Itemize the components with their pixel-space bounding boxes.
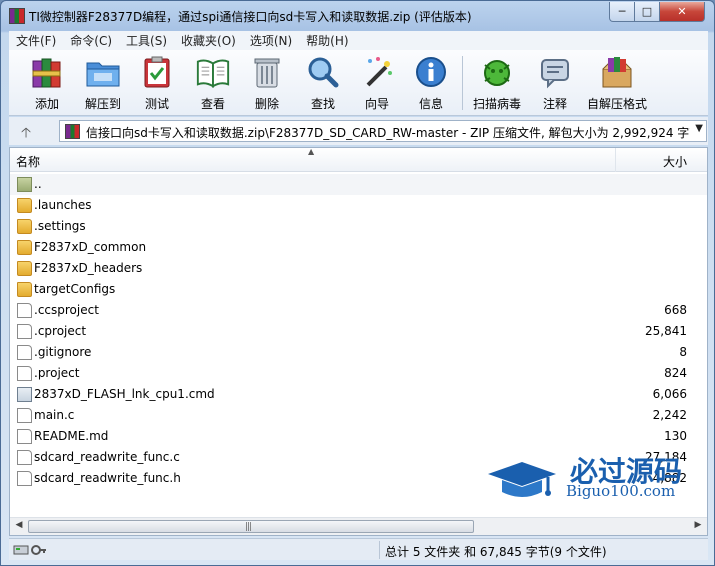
menu-favorites[interactable]: 收藏夹(O) (174, 32, 243, 49)
sfx-button[interactable]: 自解压格式 (585, 54, 649, 114)
status-bar: 总计 5 文件夹 和 67,845 字节(9 个文件) (9, 538, 708, 560)
magnifier-icon (305, 54, 341, 90)
status-divider (379, 541, 380, 559)
sort-arrow-icon: ▲ (308, 147, 315, 156)
parent-folder-icon (17, 177, 32, 192)
table-row[interactable]: targetConfigs (10, 279, 707, 300)
file-icon (17, 408, 32, 423)
scroll-right-icon[interactable]: ▶ (691, 520, 705, 533)
scan-virus-button[interactable]: 扫描病毒 (467, 54, 527, 114)
file-icon (17, 366, 32, 381)
table-row[interactable]: F2837xD_headers (10, 258, 707, 279)
file-icon (17, 303, 32, 318)
file-icon (17, 429, 32, 444)
watermark-url: Biguo100.com (566, 482, 676, 500)
column-name[interactable]: 名称 (16, 153, 40, 170)
winrar-window: TI微控制器F28377D编程，通过spi通信接口向sd卡写入和读取数据.zip… (0, 0, 715, 566)
file-icon (17, 450, 32, 465)
scroll-left-icon[interactable]: ◀ (12, 520, 26, 533)
table-row[interactable]: .. (10, 174, 707, 195)
add-button[interactable]: 添加 (23, 54, 71, 114)
find-button[interactable]: 查找 (299, 54, 347, 114)
graduation-cap-icon (488, 462, 556, 497)
cmd-file-icon (17, 387, 32, 402)
column-header: 名称 ▲ 大小 (10, 148, 707, 172)
sfx-box-icon (599, 54, 635, 90)
table-row[interactable]: main.c 2,242 (10, 405, 707, 426)
table-row[interactable]: .gitignore 8 (10, 342, 707, 363)
minimize-button[interactable]: ─ (609, 2, 635, 22)
status-text: 总计 5 文件夹 和 67,845 字节(9 个文件) (385, 545, 607, 559)
address-path: 信接口向sd卡写入和读取数据.zip\F28377D_SD_CARD_RW-ma… (86, 126, 690, 140)
clipboard-check-icon (139, 54, 175, 90)
magic-wand-icon (359, 54, 395, 90)
folder-icon (17, 282, 32, 297)
table-row[interactable]: .launches (10, 195, 707, 216)
view-button[interactable]: 查看 (189, 54, 237, 114)
toolbar-separator (462, 56, 463, 110)
table-row[interactable]: .project 824 (10, 363, 707, 384)
menu-help[interactable]: 帮助(H) (299, 32, 355, 49)
books-add-icon (29, 54, 65, 90)
table-row[interactable]: 2837xD_FLASH_lnk_cpu1.cmd 6,066 (10, 384, 707, 405)
file-icon (17, 324, 32, 339)
column-size: 大小 (662, 155, 687, 169)
folder-icon (17, 240, 32, 255)
folder-icon (17, 198, 32, 213)
comment-icon (537, 54, 573, 90)
test-button[interactable]: 测试 (133, 54, 181, 114)
wizard-button[interactable]: 向导 (353, 54, 401, 114)
delete-button[interactable]: 删除 (243, 54, 291, 114)
column-size-header[interactable]: 大小 (615, 148, 707, 172)
scroll-thumb[interactable]: ||| (28, 520, 474, 533)
drive-key-icon[interactable] (13, 543, 47, 556)
info-button[interactable]: 信息 (407, 54, 455, 114)
trash-icon (249, 54, 285, 90)
extract-to-button[interactable]: 解压到 (79, 54, 127, 114)
window-title: TI微控制器F28377D编程，通过spi通信接口向sd卡写入和读取数据.zip… (29, 10, 472, 24)
archive-icon (65, 124, 80, 139)
book-view-icon (195, 54, 231, 90)
folder-icon (17, 219, 32, 234)
toolbar: 添加 解压到 测试 查看 删除 查找 向导 信息 扫描病毒 注释 自解压格式 (9, 50, 708, 116)
address-field[interactable]: 信接口向sd卡写入和读取数据.zip\F28377D_SD_CARD_RW-ma… (59, 120, 707, 142)
watermark: 必过源码 Biguo100.com (486, 448, 706, 518)
table-row[interactable]: F2837xD_common (10, 237, 707, 258)
comment-button[interactable]: 注释 (531, 54, 579, 114)
menu-bar: 文件(F) 命令(C) 工具(S) 收藏夹(O) 选项(N) 帮助(H) (9, 31, 708, 50)
menu-tools[interactable]: 工具(S) (119, 32, 174, 49)
table-row[interactable]: .settings (10, 216, 707, 237)
file-list: 名称 ▲ 大小 .. .launches .settings F2837xD_c… (9, 147, 708, 536)
chevron-down-icon[interactable]: ▼ (695, 123, 703, 134)
winrar-app-icon (9, 8, 25, 24)
menu-command[interactable]: 命令(C) (63, 32, 119, 49)
title-bar: TI微控制器F28377D编程，通过spi通信接口向sd卡写入和读取数据.zip… (1, 1, 714, 31)
file-icon (17, 345, 32, 360)
file-icon (17, 471, 32, 486)
folder-extract-icon (85, 54, 121, 90)
table-row[interactable]: .cproject 25,841 (10, 321, 707, 342)
table-row[interactable]: .ccsproject 668 (10, 300, 707, 321)
menu-file[interactable]: 文件(F) (9, 32, 63, 49)
address-bar: 🡡 信接口向sd卡写入和读取数据.zip\F28377D_SD_CARD_RW-… (9, 117, 708, 145)
up-arrow-icon[interactable]: 🡡 (21, 122, 31, 146)
table-row[interactable]: README.md 130 (10, 426, 707, 447)
horizontal-scrollbar[interactable]: ◀ ||| ▶ (10, 517, 707, 535)
info-icon (413, 54, 449, 90)
folder-icon (17, 261, 32, 276)
grip-icon: ||| (245, 522, 252, 532)
virus-scan-icon (479, 54, 515, 90)
close-button[interactable]: ✕ (659, 2, 705, 22)
maximize-button[interactable]: □ (634, 2, 660, 22)
menu-options[interactable]: 选项(N) (243, 32, 299, 49)
